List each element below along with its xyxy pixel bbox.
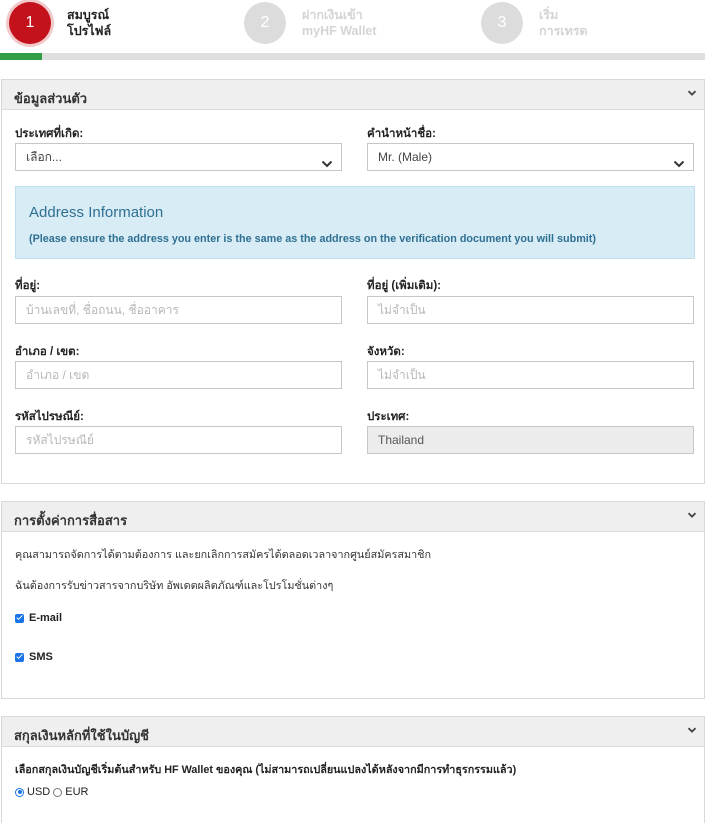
progress-bar	[0, 53, 705, 60]
progress-bar-fill	[0, 53, 43, 60]
panel-title: สกุลเงินหลักที่ใช้ในบัญชี	[14, 728, 149, 743]
communication-header[interactable]: การตั้งค่าการสื่อสาร	[2, 502, 704, 532]
address-info-heading: Address Information	[29, 204, 164, 221]
chevron-down-icon[interactable]	[687, 725, 697, 735]
district-label: อำเภอ / เขต:	[15, 346, 80, 358]
step-label: สมบูรณ์ โปรไฟล์	[67, 8, 112, 38]
step-number: 3	[481, 2, 523, 44]
checkbox-checked-icon[interactable]	[15, 652, 24, 662]
communication-panel: การตั้งค่าการสื่อสาร คุณสามารถจัดการได้ต…	[1, 501, 705, 699]
panel-title: ข้อมูลส่วนตัว	[14, 91, 88, 106]
step-number: 1	[9, 2, 51, 44]
chevron-down-icon	[321, 152, 333, 178]
postal-code-label: รหัสไปรษณีย์:	[15, 411, 84, 423]
currency-panel: สกุลเงินหลักที่ใช้ในบัญชี เลือกสกุลเงินบ…	[1, 716, 705, 823]
address-input[interactable]: บ้านเลขที่, ชื่อถนน, ชื่ออาคาร	[15, 296, 342, 324]
email-checkbox-row[interactable]: E-mail	[15, 612, 62, 624]
personal-info-panel: ข้อมูลส่วนตัว ประเทศที่เกิด: เลือก... คำ…	[1, 79, 705, 484]
step-label: เริ่ม การเทรด	[539, 8, 588, 38]
step-label: ฝากเงินเข้า myHF Wallet	[302, 8, 377, 38]
step-number: 2	[244, 2, 286, 44]
radio-eur-label[interactable]: EUR	[65, 786, 88, 798]
currency-radio-group: USD EUR	[15, 786, 91, 798]
birth-country-label: ประเทศที่เกิด:	[15, 128, 84, 140]
currency-header[interactable]: สกุลเงินหลักที่ใช้ในบัญชี	[2, 717, 704, 747]
birth-country-select[interactable]: เลือก...	[15, 143, 342, 171]
province-label: จังหวัด:	[367, 346, 405, 358]
sms-checkbox-row[interactable]: SMS	[15, 651, 53, 663]
panel-title: การตั้งค่าการสื่อสาร	[14, 513, 128, 528]
province-input[interactable]: ไม่จำเป็น	[367, 361, 694, 389]
address-label: ที่อยู่:	[15, 280, 41, 292]
district-input[interactable]: อำเภอ / เขต	[15, 361, 342, 389]
radio-usd[interactable]	[15, 787, 24, 797]
sms-checkbox-label[interactable]: SMS	[29, 651, 53, 663]
radio-eur[interactable]	[53, 787, 63, 797]
chevron-down-icon[interactable]	[687, 88, 697, 98]
country-field: Thailand	[367, 426, 694, 454]
country-label: ประเทศ:	[367, 411, 410, 423]
address2-label: ที่อยู่ (เพิ่มเติม):	[367, 280, 441, 292]
progress-stepper: 1 สมบูรณ์ โปรไฟล์ 2 ฝากเงินเข้า myHF Wal…	[0, 0, 705, 62]
address-info-box: Address Information (Please ensure the a…	[15, 186, 695, 259]
chevron-down-icon[interactable]	[687, 510, 697, 520]
postal-code-input[interactable]: รหัสไปรษณีย์	[15, 426, 342, 454]
prefix-select[interactable]: Mr. (Male)	[367, 143, 694, 171]
communication-info-text: คุณสามารถจัดการได้ตามต้องการ และยกเลิกกา…	[15, 549, 432, 561]
personal-info-header[interactable]: ข้อมูลส่วนตัว	[2, 80, 704, 110]
prefix-label: คำนำหน้าชื่อ:	[367, 128, 436, 140]
newsletter-text: ฉันต้องการรับข่าวสารจากบริษัท อัพเดตผลิต…	[15, 580, 334, 592]
email-checkbox-label[interactable]: E-mail	[29, 612, 62, 624]
checkbox-checked-icon[interactable]	[15, 613, 24, 623]
radio-usd-label[interactable]: USD	[27, 786, 50, 798]
address-info-note: (Please ensure the address you enter is …	[29, 233, 597, 245]
chevron-down-icon	[673, 152, 685, 178]
address2-input[interactable]: ไม่จำเป็น	[367, 296, 694, 324]
currency-description: เลือกสกุลเงินบัญชีเริ่มต้นสำหรับ HF Wall…	[15, 764, 517, 776]
